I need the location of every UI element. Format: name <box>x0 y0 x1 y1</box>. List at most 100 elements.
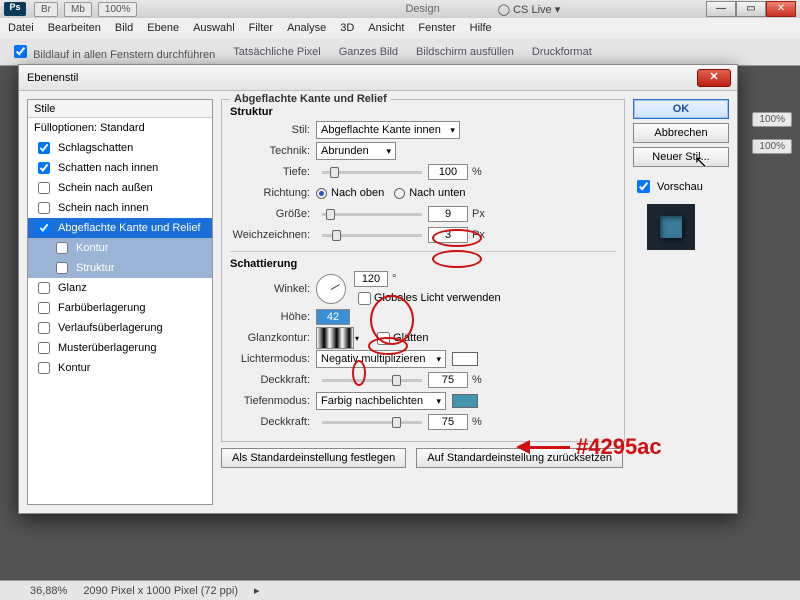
tiefenmodus-select[interactable]: Farbig nachbelichten <box>316 392 446 410</box>
weich-slider[interactable] <box>322 234 422 237</box>
groesse-label: Größe: <box>230 208 316 220</box>
deck1-value[interactable]: 75 <box>428 372 468 388</box>
groesse-value[interactable]: 9 <box>428 206 468 222</box>
styles-header[interactable]: Stile <box>28 100 212 118</box>
style-bevel-emboss[interactable]: Abgeflachte Kante und Relief <box>28 218 212 238</box>
style-schein-aussen[interactable]: Schein nach außen <box>28 178 212 198</box>
richtung-label: Richtung: <box>230 187 316 199</box>
tiefe-slider[interactable] <box>322 171 422 174</box>
group-legend: Abgeflachte Kante und Relief <box>230 93 391 105</box>
glaetten-checkbox[interactable] <box>377 332 390 345</box>
deck2-slider[interactable] <box>322 421 422 424</box>
style-stroke[interactable]: Kontur <box>28 358 212 378</box>
zoom-display[interactable]: 100% <box>98 2 138 17</box>
groesse-slider[interactable] <box>322 213 422 216</box>
dialog-titlebar[interactable]: Ebenenstil ✕ <box>19 65 737 91</box>
dialog-title: Ebenenstil <box>27 72 78 84</box>
style-pattern-overlay[interactable]: Musterüberlagerung <box>28 338 212 358</box>
maximize-button[interactable]: ▭ <box>736 1 766 17</box>
weich-unit: Px <box>472 229 485 241</box>
top-chip-mb[interactable]: Mb <box>64 2 92 17</box>
make-default-button[interactable]: Als Standardeinstellung festlegen <box>221 448 406 468</box>
technik-label: Technik: <box>230 145 316 157</box>
technik-select[interactable]: Abrunden <box>316 142 396 160</box>
structure-legend: Struktur <box>230 106 616 118</box>
menu-datei[interactable]: Datei <box>8 22 34 34</box>
style-color-overlay[interactable]: Farbüberlagerung <box>28 298 212 318</box>
status-docinfo[interactable]: 2090 Pixel x 1000 Pixel (72 ppi) <box>83 585 238 597</box>
deck1-slider[interactable] <box>322 379 422 382</box>
options-bar: Bildlauf in allen Fenstern durchführen T… <box>0 38 800 66</box>
tiefe-unit: % <box>472 166 482 178</box>
blending-options-row[interactable]: Fülloptionen: Standard <box>28 118 212 138</box>
status-bar: 36,88% 2090 Pixel x 1000 Pixel (72 ppi) … <box>0 580 800 600</box>
hoehe-label: Höhe: <box>230 311 316 323</box>
preview-thumbnail <box>647 204 695 250</box>
bevel-emboss-group: Abgeflachte Kante und Relief Struktur St… <box>221 99 625 442</box>
menu-auswahl[interactable]: Auswahl <box>193 22 235 34</box>
lichtermodus-label: Lichtermodus: <box>230 353 316 365</box>
minimize-button[interactable]: — <box>706 1 736 17</box>
richtung-down-radio[interactable] <box>394 188 405 199</box>
top-chip-br[interactable]: Br <box>34 2 58 17</box>
style-schlagschatten[interactable]: Schlagschatten <box>28 138 212 158</box>
deck2-value[interactable]: 75 <box>428 414 468 430</box>
dialog-close-button[interactable]: ✕ <box>697 69 731 87</box>
cslive-label[interactable]: ◯ CS Live ▾ <box>498 3 560 16</box>
style-glanz[interactable]: Glanz <box>28 278 212 298</box>
menu-bild[interactable]: Bild <box>115 22 133 34</box>
groesse-unit: Px <box>472 208 485 220</box>
preview-checkbox[interactable] <box>637 180 650 193</box>
style-schatten-innen[interactable]: Schatten nach innen <box>28 158 212 178</box>
panel-zoom-1[interactable]: 100% <box>752 112 792 127</box>
menu-ansicht[interactable]: Ansicht <box>368 22 404 34</box>
new-style-button[interactable]: Neuer Stil... <box>633 147 729 167</box>
stil-select[interactable]: Abgeflachte Kante innen <box>316 121 460 139</box>
richtung-up-radio[interactable] <box>316 188 327 199</box>
opt-print-size[interactable]: Druckformat <box>532 46 592 58</box>
menu-bearbeiten[interactable]: Bearbeiten <box>48 22 101 34</box>
styles-list: Stile Fülloptionen: Standard Schlagschat… <box>27 99 213 505</box>
winkel-value[interactable]: 120 <box>354 271 388 287</box>
weich-value[interactable]: 3 <box>428 227 468 243</box>
app-titlebar: Ps Br Mb 100% Design ◯ CS Live ▾ — ▭ ✕ <box>0 0 800 18</box>
deck1-label: Deckkraft: <box>230 374 316 386</box>
style-bevel-texture[interactable]: Struktur <box>28 258 212 278</box>
panel-zoom-2[interactable]: 100% <box>752 139 792 154</box>
tiefe-value[interactable]: 100 <box>428 164 468 180</box>
opt-fill-screen[interactable]: Bildschirm ausfüllen <box>416 46 514 58</box>
opt-actual-pixels[interactable]: Tatsächliche Pixel <box>233 46 320 58</box>
menu-fenster[interactable]: Fenster <box>418 22 455 34</box>
style-bevel-contour[interactable]: Kontur <box>28 238 212 258</box>
annotation-color-label: #4295ac <box>576 434 662 460</box>
shadow-color-swatch[interactable] <box>452 394 478 408</box>
gloss-contour-picker[interactable] <box>316 327 354 349</box>
weich-label: Weichzeichnen: <box>230 229 316 241</box>
style-schein-innen[interactable]: Schein nach innen <box>28 198 212 218</box>
ps-logo: Ps <box>4 2 26 16</box>
opt-scroll-all[interactable]: Bildlauf in allen Fenstern durchführen <box>10 42 215 61</box>
menu-ebene[interactable]: Ebene <box>147 22 179 34</box>
workspace-label[interactable]: Design <box>405 3 439 15</box>
highlight-color-swatch[interactable] <box>452 352 478 366</box>
stil-label: Stil: <box>230 124 316 136</box>
hoehe-value[interactable]: 42 <box>316 309 350 325</box>
menu-filter[interactable]: Filter <box>249 22 273 34</box>
gloss-label: Glanzkontur: <box>230 332 316 344</box>
style-gradient-overlay[interactable]: Verlaufsüberlagerung <box>28 318 212 338</box>
ok-button[interactable]: OK <box>633 99 729 119</box>
tiefenmodus-label: Tiefenmodus: <box>230 395 316 407</box>
menu-3d[interactable]: 3D <box>340 22 354 34</box>
app-close-button[interactable]: ✕ <box>766 1 796 17</box>
opt-fit-screen[interactable]: Ganzes Bild <box>339 46 398 58</box>
winkel-label: Winkel: <box>230 283 316 295</box>
global-light-checkbox[interactable] <box>358 292 371 305</box>
cancel-button[interactable]: Abbrechen <box>633 123 729 143</box>
tiefe-label: Tiefe: <box>230 166 316 178</box>
deck2-label: Deckkraft: <box>230 416 316 428</box>
angle-dial[interactable] <box>316 274 346 304</box>
menu-hilfe[interactable]: Hilfe <box>470 22 492 34</box>
status-zoom[interactable]: 36,88% <box>30 585 67 597</box>
lichtermodus-select[interactable]: Negativ multiplizieren <box>316 350 446 368</box>
menu-analyse[interactable]: Analyse <box>287 22 326 34</box>
